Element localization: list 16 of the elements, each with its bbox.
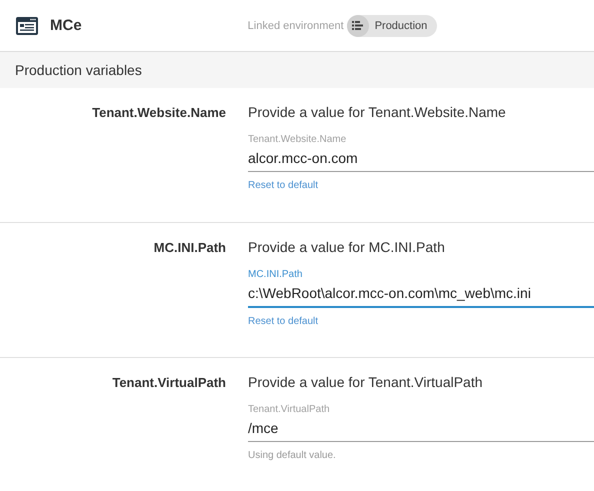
window-icon [16,16,38,34]
app-title: MCe [50,17,82,34]
environment-chip[interactable]: Production [346,14,438,36]
variable-prompt: Provide a value for Tenant.Website.Name [248,104,507,120]
variable-prompt: Provide a value for MC.INI.Path [248,239,446,255]
value-field[interactable]: Tenant.VirtualPath /mce [248,404,594,442]
value-field[interactable]: MC.INI.Path c:\WebRoot\alcor.mcc-on.com\mc_web\mc.ini [248,269,594,308]
variable-prompt: Provide a value for Tenant.VirtualPath [248,374,484,390]
variable-name: Tenant.VirtualPath [111,374,226,392]
list-icon [352,21,364,30]
helper-text: Using default value. [248,450,337,461]
linked-environment-label: Linked environment [248,20,344,32]
variable-name: MC.INI.Path [152,239,226,257]
value-field[interactable]: Tenant.Website.Name alcor.mcc-on.com [248,134,594,172]
variable-name: Tenant.Website.Name [91,104,226,122]
section-title: Production variables [15,62,142,78]
